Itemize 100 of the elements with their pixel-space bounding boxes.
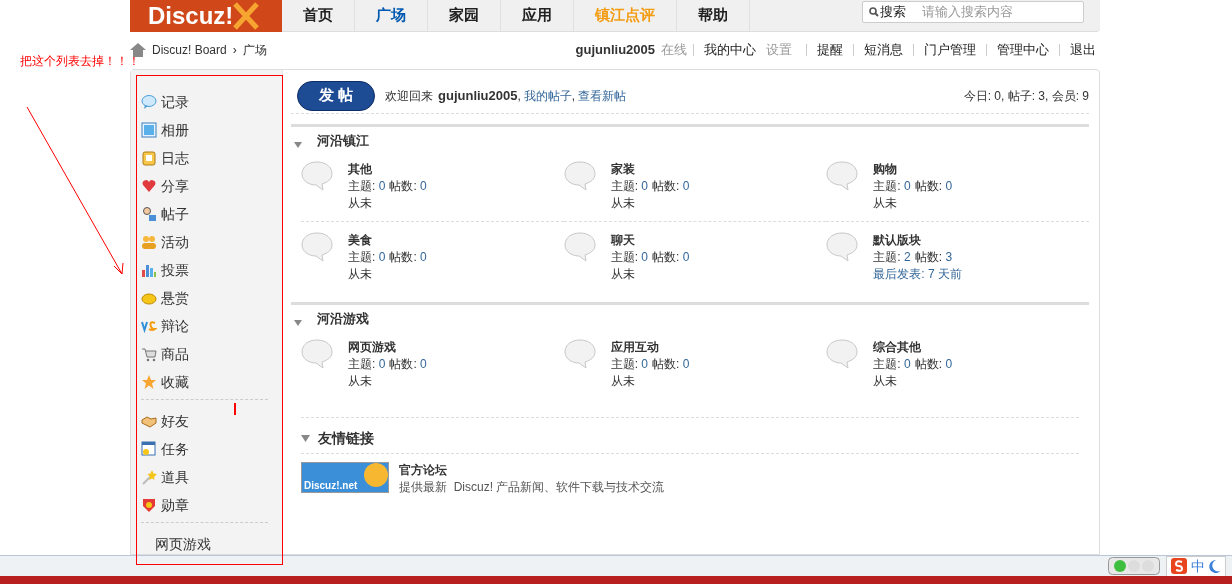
forum-title[interactable]: 聊天 [610, 232, 690, 249]
forum-bubble-icon [563, 232, 596, 262]
welcome-link[interactable]: 我的帖子 [523, 86, 572, 105]
forum-posts: 帖数: 0 [652, 356, 690, 373]
forum-title[interactable]: 家装 [610, 161, 690, 178]
friend-link-name[interactable]: 官方论坛 [399, 462, 665, 479]
new-post-button[interactable]: 发 帖 [297, 80, 375, 111]
sidebar-item[interactable]: 记录 [141, 88, 268, 116]
sidebar-item[interactable]: 任务 [141, 435, 268, 463]
last-post-text: 从未 [873, 373, 899, 390]
username-link[interactable]: gujunliu2005 [575, 40, 655, 60]
forum-bubble-icon [563, 339, 596, 369]
sogou-icon [1171, 558, 1187, 574]
search-button[interactable]: 搜索 [863, 2, 912, 22]
forum-posts: 帖数: 0 [389, 249, 427, 266]
user-menu-link[interactable]: 管理中心 [997, 40, 1049, 60]
nav-tab[interactable]: 应用 [501, 0, 574, 31]
search-input[interactable]: 请输入搜索内容 [912, 2, 1083, 22]
user-menu-link[interactable]: 短消息 [864, 40, 903, 60]
collapse-triangle-icon[interactable] [301, 435, 310, 442]
bar-chart-icon [141, 262, 157, 278]
forum-topics: 主题: 0 [348, 249, 386, 266]
forum-title[interactable]: 其他 [348, 161, 427, 178]
user-menu-link[interactable]: 提醒 [817, 40, 843, 60]
collapse-triangle-icon[interactable] [294, 142, 302, 148]
user-menu-link[interactable]: 我的中心 [704, 40, 756, 60]
speech-bubble-icon [141, 94, 157, 110]
welcome-text: 欢迎回来 [385, 87, 433, 105]
cart-icon [141, 346, 157, 362]
forum-bubble-icon [301, 232, 333, 262]
photo-icon [141, 122, 157, 138]
forum-title[interactable]: 综合其他 [873, 339, 953, 356]
sidebar-item[interactable]: 辩论 [141, 312, 268, 340]
breadcrumb-link[interactable]: Discuz! Board [152, 41, 227, 59]
forum-topics: 主题: 0 [348, 356, 386, 373]
nav-tab[interactable]: 广场 [355, 0, 428, 31]
moon-icon[interactable] [1209, 559, 1221, 573]
user-menu-link[interactable]: 退出 [1070, 40, 1096, 60]
nav-tab[interactable]: 家园 [428, 0, 501, 31]
last-post-text: 从未 [610, 373, 636, 390]
sidebar-item[interactable]: 日志 [141, 144, 268, 172]
home-icon[interactable] [130, 43, 146, 57]
sidebar-item[interactable]: 分享 [141, 172, 268, 200]
category-title: 河沿游戏 [317, 310, 369, 329]
forum-bubble-icon [563, 161, 596, 191]
sidebar-item[interactable]: 收藏 [141, 368, 268, 396]
breadcrumb-separator: › [232, 42, 237, 59]
sidebar-item[interactable]: 帖子 [141, 200, 268, 228]
forum-topics: 主题: 0 [610, 249, 649, 266]
last-post-text: 从未 [348, 373, 373, 390]
task-list-icon [141, 441, 157, 457]
forum-title[interactable]: 购物 [873, 161, 953, 178]
sidebar-item[interactable]: 商品 [141, 340, 268, 368]
ime-mode[interactable]: 中 [1191, 555, 1205, 577]
forum-topics: 主题: 2 [873, 249, 911, 266]
nav-tab[interactable]: 首页 [282, 0, 355, 31]
star-icon [141, 374, 157, 390]
sidebar-item[interactable]: 活动 [141, 228, 268, 256]
last-post-text: 从未 [348, 195, 373, 212]
last-post-text: 从未 [873, 195, 899, 212]
forum-bubble-icon [301, 161, 333, 191]
forum-bubble-icon [826, 161, 859, 191]
sidebar-item[interactable]: 投票 [141, 256, 268, 284]
forum-posts: 帖数: 0 [652, 249, 690, 266]
forum-topics: 主题: 0 [873, 356, 911, 373]
last-post-text: 从未 [348, 266, 373, 283]
forum-title[interactable]: 网页游戏 [348, 339, 427, 356]
user-menu-link[interactable]: 门户管理 [924, 40, 976, 60]
comma-separator: , [517, 87, 521, 105]
annotation-text: 把这个列表去掉！！！ [20, 54, 140, 68]
last-post-text: 从未 [610, 195, 636, 212]
collapse-triangle-icon[interactable] [294, 320, 302, 326]
sidebar-item[interactable]: 相册 [141, 116, 268, 144]
comma-separator: , [571, 87, 576, 105]
online-status: 在线 [661, 41, 687, 60]
forum-posts: 帖数: 0 [914, 178, 953, 195]
annotation-cursor-mark [234, 403, 236, 415]
forum-topics: 主题: 0 [610, 356, 649, 373]
medal-icon [141, 497, 157, 513]
nav-tab[interactable]: 帮助 [677, 0, 750, 31]
sidebar-item[interactable]: 悬赏 [141, 284, 268, 312]
forum-posts: 帖数: 0 [389, 178, 427, 195]
discuz-logo[interactable]: Discuz! [130, 0, 282, 32]
search-field[interactable]: 搜索 请输入搜索内容 [862, 1, 1084, 23]
sidebar-item[interactable]: 好友 [141, 407, 268, 435]
welcome-link[interactable]: 查看新帖 [578, 86, 627, 105]
sidebar-item[interactable]: 勋章 [141, 491, 268, 519]
forum-title[interactable]: 默认版块 [873, 232, 962, 249]
ime-toolbar[interactable]: 中 [1166, 555, 1226, 577]
forum-title[interactable]: 美食 [348, 232, 427, 249]
sidebar-item[interactable]: 道具 [141, 463, 268, 491]
forum-bubble-icon [301, 339, 333, 369]
friend-links-title: 友情链接 [318, 429, 374, 448]
category-title: 河沿镇江 [317, 132, 369, 151]
forum-title[interactable]: 应用互动 [610, 339, 690, 356]
sidebar-item[interactable]: 网页游戏 [141, 530, 268, 558]
last-post-link[interactable]: 最后发表: 7 天前 [873, 266, 962, 283]
site-stats: 今日: 0, 帖子: 3, 会员: 9 [963, 87, 1089, 105]
last-post-text: 从未 [610, 266, 636, 283]
breadcrumb-current: 广场 [242, 42, 267, 59]
